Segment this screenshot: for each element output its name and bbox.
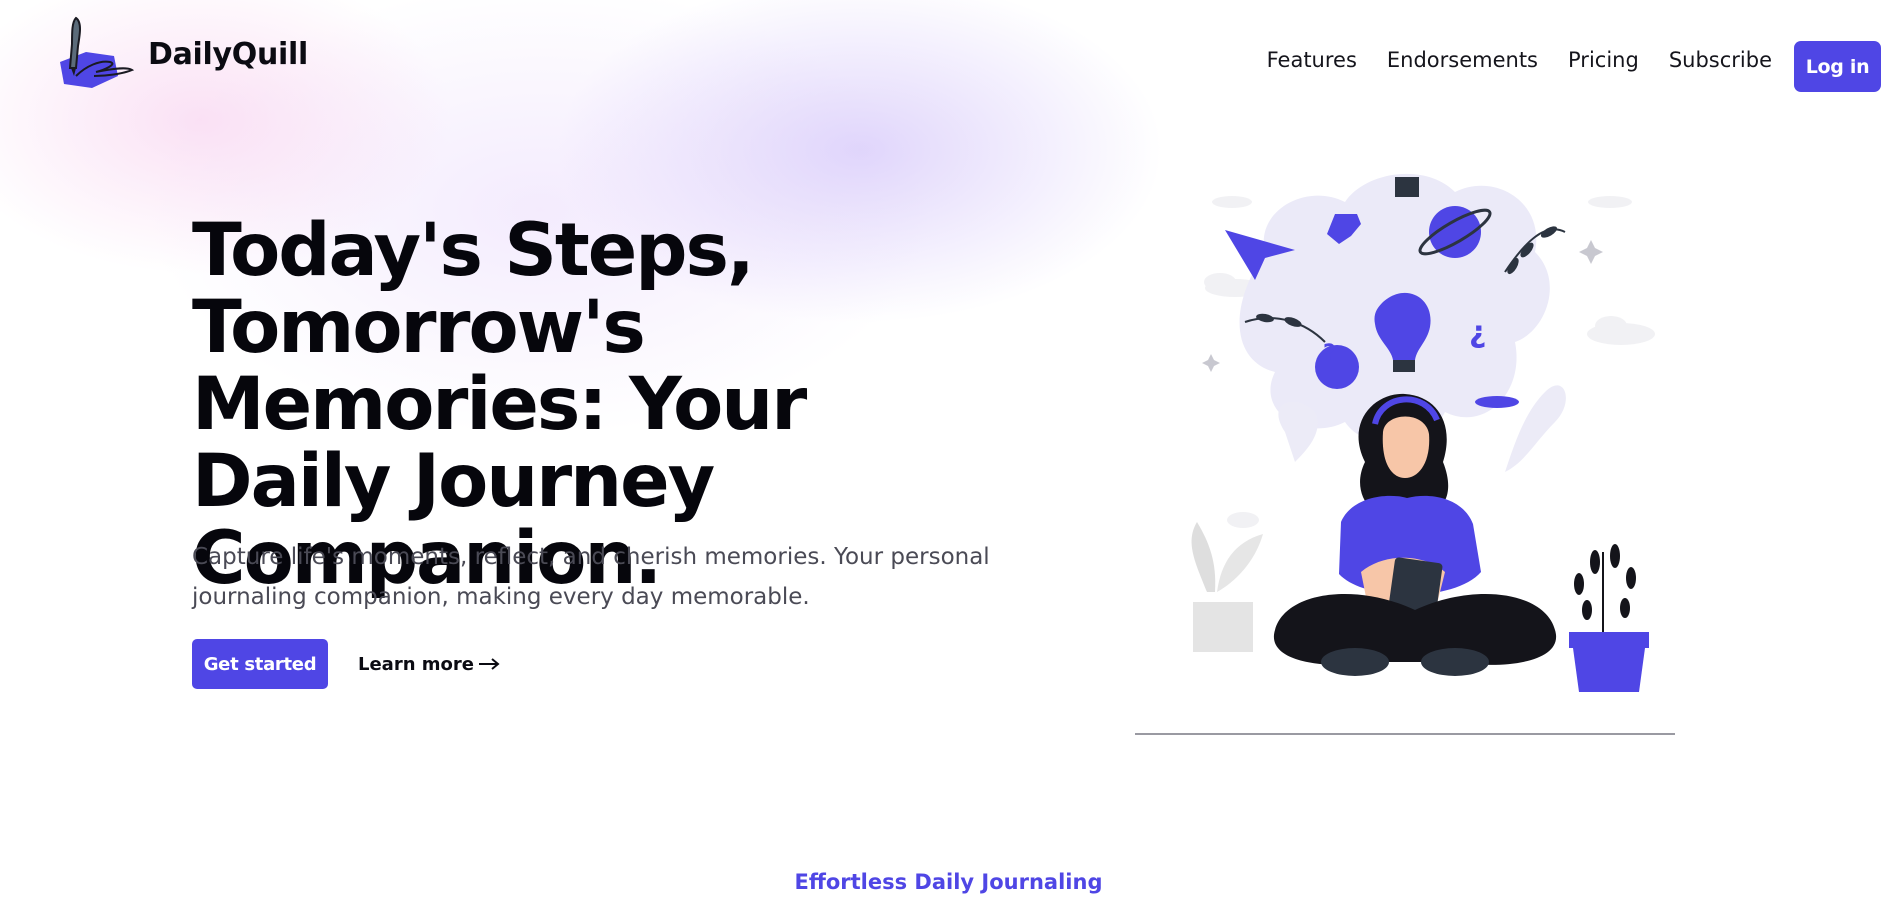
nav-link-pricing[interactable]: Pricing (1568, 48, 1639, 72)
site-header: DailyQuill Features Endorsements Pricing… (0, 0, 1897, 135)
learn-more-label: Learn more (358, 653, 474, 675)
learn-more-link[interactable]: Learn more (358, 654, 500, 675)
brand-name: DailyQuill (148, 36, 308, 72)
woman-journaling-illustration: ? ¿ (1135, 173, 1675, 735)
login-button[interactable]: Log in (1794, 41, 1881, 92)
quill-pen-logo-icon (60, 16, 135, 88)
main-nav: Features Endorsements Pricing Subscribe (1267, 48, 1772, 72)
section-eyebrow: Effortless Daily Journaling (794, 870, 1103, 894)
nav-link-subscribe[interactable]: Subscribe (1669, 48, 1772, 72)
hero-cta-row: Get started Learn more (192, 639, 500, 689)
nav-link-features[interactable]: Features (1267, 48, 1357, 72)
hero-subtitle: Capture life's moments, reflect, and che… (192, 544, 990, 610)
brand[interactable]: DailyQuill (56, 16, 308, 92)
nav-link-endorsements[interactable]: Endorsements (1387, 48, 1538, 72)
svg-text:?: ? (1323, 341, 1336, 366)
arrow-right-icon (479, 658, 500, 670)
svg-text:¿: ¿ (1469, 315, 1486, 350)
get-started-button[interactable]: Get started (192, 639, 328, 689)
